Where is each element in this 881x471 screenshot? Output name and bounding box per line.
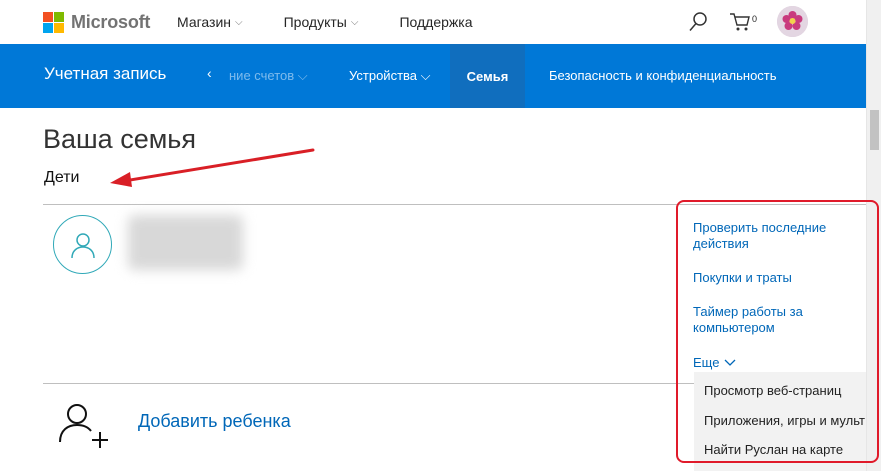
scroll-left-icon[interactable]: ‹ [207,65,212,81]
child-name-blurred [128,215,243,270]
chevron-down-icon: ⌵ [235,16,243,28]
account-title[interactable]: Учетная запись [44,64,166,84]
search-icon[interactable] [688,11,708,33]
top-nav: Магазин ⌵ Продукты ⌵ Поддержка [177,14,514,30]
tab-payment[interactable]: ние счетов ⌵ [229,68,308,84]
flower-avatar-icon [777,6,808,37]
screen-time-link[interactable]: Таймер работы за компьютером [693,304,823,336]
more-dropdown-toggle[interactable]: Еще [693,355,736,370]
chevron-down-icon [724,359,736,366]
microsoft-logo-icon [43,12,64,33]
nav-store[interactable]: Магазин ⌵ [177,14,243,30]
tab-security[interactable]: Безопасность и конфиденциальность [549,68,777,83]
menu-item-apps-games[interactable]: Приложения, игры и мульт [704,413,865,428]
add-child-link[interactable]: Добавить ребенка [138,411,291,432]
recent-activity-link[interactable]: Проверить последние действия [693,220,843,252]
cart-count: 0 [752,14,758,24]
tab-devices[interactable]: Устройства ⌵ [349,68,430,84]
divider [43,204,866,205]
nav-support-label: Поддержка [399,14,473,30]
menu-item-web-browsing[interactable]: Просмотр веб-страниц [704,383,841,398]
user-avatar[interactable] [777,6,808,37]
nav-store-label: Магазин [177,14,232,30]
chevron-down-icon: ⌵ [350,16,359,28]
page-title: Ваша семья [43,124,196,154]
tab-payment-label: ние счетов [229,68,295,83]
scrollbar[interactable] [866,0,881,471]
tab-family-label: Семья [466,68,509,84]
purchases-link[interactable]: Покупки и траты [693,270,863,286]
nav-support[interactable]: Поддержка [399,14,472,30]
more-label: Еще [693,355,720,370]
add-person-icon[interactable] [57,400,111,450]
menu-item-find-on-map[interactable]: Найти Руслан на карте [704,442,843,457]
account-nav-bar: Учетная запись ‹ ние счетов ⌵ Устройства… [0,44,866,108]
scrollbar-thumb[interactable] [870,110,879,150]
top-header: Microsoft Магазин ⌵ Продукты ⌵ Поддержка… [0,0,866,44]
child-avatar[interactable] [53,215,112,274]
nav-products-label: Продукты [283,14,347,30]
nav-products[interactable]: Продукты ⌵ [284,14,359,30]
person-icon [70,232,95,258]
more-dropdown-menu: Просмотр веб-страниц Приложения, игры и … [694,372,866,471]
child-actions: Проверить последние действия Покупки и т… [693,220,863,336]
cart-button[interactable]: 0 [729,12,757,32]
cart-icon [730,13,750,31]
tab-family[interactable]: Семья [450,44,525,108]
brand-name: Microsoft [71,12,151,32]
microsoft-logo[interactable]: Microsoft [43,12,150,33]
children-section-label: Дети [44,169,80,186]
tab-devices-label: Устройства [349,68,418,83]
